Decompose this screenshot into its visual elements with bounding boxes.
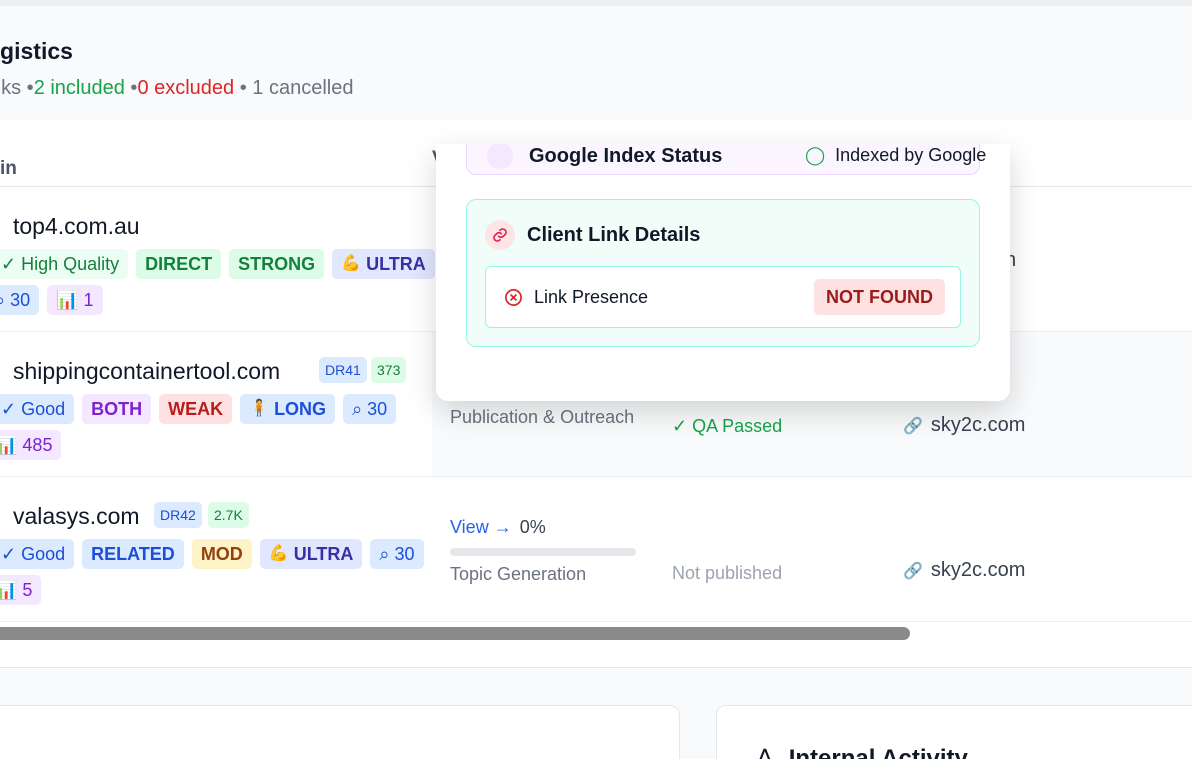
flexed-arm-icon: 💪 <box>268 545 289 562</box>
bar-chart-icon: 📊 <box>56 290 79 310</box>
dr-badge: DR41 <box>319 357 367 383</box>
google-index-title: Google Index Status <box>529 145 723 167</box>
link-type-tag: BOTH <box>82 394 152 424</box>
search-icon: ⌕ <box>352 399 363 419</box>
view-link[interactable]: View → <box>450 517 512 537</box>
table-row[interactable]: valasys.com DR42 2.7K ✓ Good RELATED MOD … <box>0 477 1192 622</box>
flexed-arm-icon: 💪 <box>341 255 362 272</box>
row-domain[interactable]: shippingcontainertool.com <box>13 358 280 385</box>
length-label: LONG <box>274 399 327 419</box>
target-domain: sky2c.com <box>930 559 1026 581</box>
chart-tag: 📊 5 <box>0 575 42 605</box>
row-status: Not published <box>672 563 783 583</box>
tier-label: ULTRA <box>293 544 354 564</box>
chart-tag: 📊 485 <box>0 430 62 460</box>
keywords-tag: ⌕ 30 <box>370 539 424 569</box>
activity-icon: ⋀ <box>755 745 775 759</box>
quality-tag: ✓ Good <box>0 394 75 424</box>
column-header-domain[interactable]: in <box>0 158 17 180</box>
google-index-status-text: Indexed by Google <box>835 145 987 165</box>
check-icon: ✓ <box>1 544 17 564</box>
bar-chart-icon: 📊 <box>0 580 18 600</box>
tier-tag: 💪 ULTRA <box>259 539 363 569</box>
keywords-tag: ⌕ 30 <box>343 394 397 424</box>
person-icon: 🧍 <box>249 400 270 417</box>
progress-stage: Publication & Outreach <box>450 407 635 427</box>
link-presence-label: Link Presence <box>534 287 649 307</box>
check-icon: ✓ <box>1 254 17 274</box>
quality-label: Good <box>21 399 66 419</box>
client-link-section: Client Link Details Link Presence NOT FO… <box>466 199 980 347</box>
quality-tag: ✓ Good <box>0 539 75 569</box>
length-tag: 🧍 LONG <box>240 394 336 424</box>
progress-percent: 0% <box>519 517 546 537</box>
activity-title-text: Internal Activity <box>788 744 968 759</box>
activity-card-title: ⋀ Internal Activity <box>755 744 968 759</box>
strength-tag: WEAK <box>159 394 233 424</box>
traffic-badge: 2.7K <box>208 502 249 528</box>
summary-included: 2 included <box>33 77 125 99</box>
row-target[interactable]: 🔗 sky2c.com <box>903 414 1025 437</box>
not-found-badge: NOT FOUND <box>814 279 945 315</box>
chart-count: 5 <box>22 580 33 600</box>
row-tags: ✓ Good BOTH WEAK 🧍 LONG ⌕ 30 <box>0 394 397 424</box>
link-type-tag: DIRECT <box>136 249 222 279</box>
quality-label: Good <box>21 544 66 564</box>
row-tags: ✓ Good RELATED MOD 💪 ULTRA ⌕ 30 <box>0 539 424 569</box>
order-summary: nks •2 included •0 excluded • 1 cancelle… <box>0 77 353 100</box>
tier-label: ULTRA <box>366 254 426 274</box>
progress-bar <box>450 548 636 556</box>
check-icon: ✓ <box>1 399 17 419</box>
summary-links: nks • <box>0 77 34 99</box>
keywords-tag: ⌕ 30 <box>0 285 40 315</box>
row-target[interactable]: 🔗 sky2c.com <box>903 559 1025 582</box>
quality-tag: ✓ High Quality <box>0 249 129 279</box>
google-index-section: Google Index Status ◯ Indexed by Google <box>466 144 986 175</box>
row-metrics: ⌕ 30 📊 1 <box>0 285 103 315</box>
bar-chart-icon: 📊 <box>0 435 18 455</box>
link-details-popup: Google Index Status ◯ Indexed by Google … <box>436 144 1010 401</box>
summary-excluded: 0 excluded <box>137 77 235 99</box>
client-link-title: Client Link Details <box>527 224 701 246</box>
link-type-tag: RELATED <box>82 539 184 569</box>
search-icon: ⌕ <box>0 290 6 310</box>
search-icon: ⌕ <box>379 544 390 564</box>
row-domain[interactable]: top4.com.au <box>13 213 140 240</box>
strength-tag: STRONG <box>229 249 325 279</box>
chart-count: 1 <box>83 290 94 310</box>
traffic-badge: 373 <box>371 357 407 383</box>
keywords-count: 30 <box>10 290 31 310</box>
bottom-card-left <box>0 705 680 759</box>
progress-stage: Topic Generation <box>450 564 587 584</box>
row-metrics: 📊 485 <box>0 430 62 460</box>
link-presence-row: Link Presence NOT FOUND <box>485 266 961 328</box>
row-tags: ✓ High Quality DIRECT STRONG 💪 ULTRA <box>0 249 435 279</box>
page-header: ogistics nks •2 included •0 excluded • 1… <box>0 6 1192 120</box>
chart-tag: 📊 1 <box>47 285 103 315</box>
page-title: ogistics <box>0 38 73 64</box>
tier-tag: 💪 ULTRA <box>332 249 435 279</box>
quality-label: High Quality <box>21 254 120 274</box>
chart-count: 485 <box>22 435 53 455</box>
row-status: ✓ QA Passed <box>672 416 783 436</box>
dr-badge: DR42 <box>154 502 202 528</box>
google-index-status: ◯ Indexed by Google <box>805 145 986 166</box>
keywords-count: 30 <box>367 399 388 419</box>
strength-tag: MOD <box>191 539 252 569</box>
link-icon: 🔗 <box>903 562 923 580</box>
summary-cancelled: • 1 cancelled <box>234 77 354 99</box>
link-icon: 🔗 <box>903 417 923 435</box>
target-domain: sky2c.com <box>930 414 1026 436</box>
globe-icon <box>487 144 513 169</box>
x-circle-icon <box>504 288 523 312</box>
check-circle-icon: ◯ <box>805 145 826 165</box>
row-metrics: 📊 5 <box>0 575 42 605</box>
keywords-count: 30 <box>394 544 415 564</box>
link-icon <box>485 220 515 250</box>
horizontal-scrollbar[interactable] <box>0 627 910 640</box>
row-domain[interactable]: valasys.com <box>13 503 140 530</box>
summary-separator: • <box>124 77 138 99</box>
row-progress: View → 0% Topic Generation <box>450 517 636 585</box>
